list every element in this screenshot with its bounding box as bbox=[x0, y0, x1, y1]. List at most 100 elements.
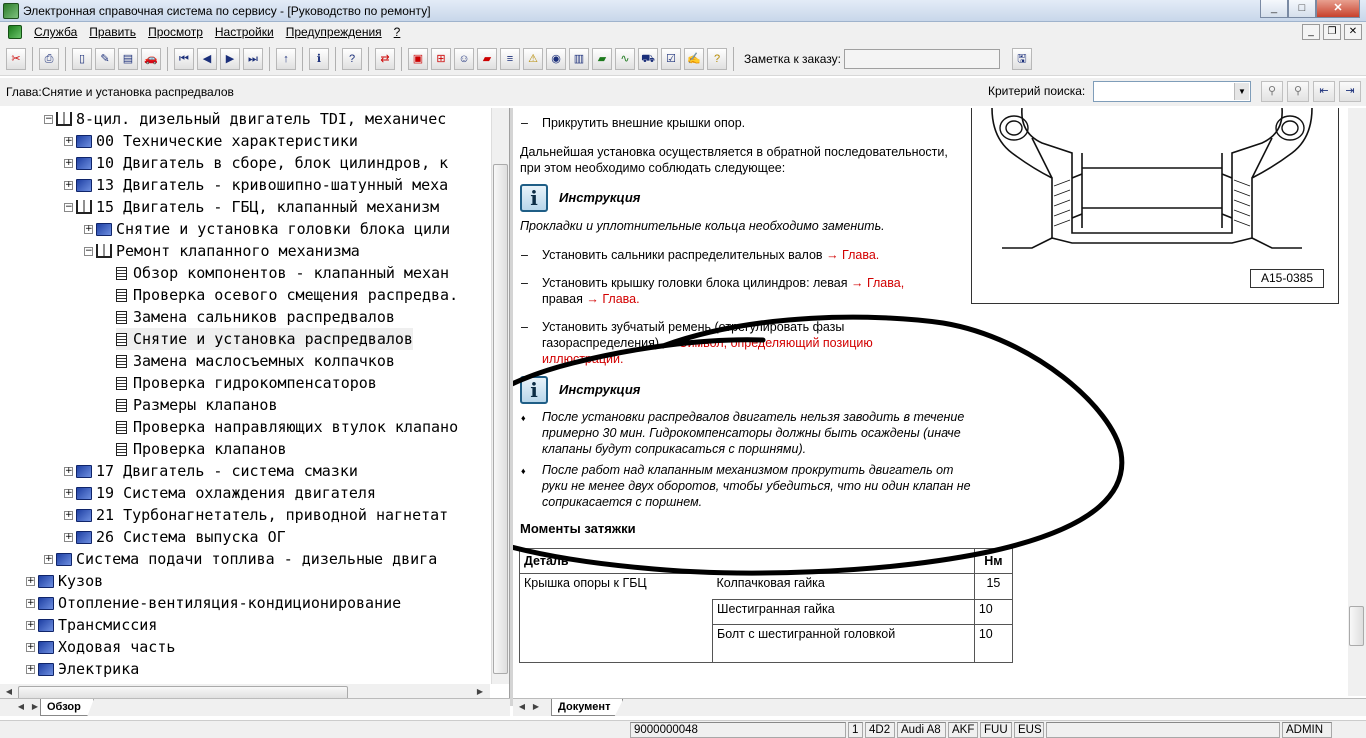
tree-item[interactable]: − Ремонт клапанного механизма bbox=[84, 240, 360, 262]
tree-item[interactable]: +17 Двигатель - система смазки bbox=[64, 460, 358, 482]
expand-icon[interactable]: + bbox=[26, 664, 35, 674]
first-page-icon[interactable]: ⏮ bbox=[174, 47, 194, 70]
book-icon[interactable]: ▰ bbox=[477, 47, 497, 70]
globe-icon[interactable]: ◉ bbox=[546, 47, 566, 70]
tree-item[interactable]: − 15 Двигатель - ГБЦ, клапанный механизм bbox=[64, 196, 439, 218]
tree-item[interactable]: + Трансмиссия bbox=[26, 614, 157, 636]
expand-icon[interactable]: + bbox=[64, 466, 73, 476]
tree-item[interactable]: Проверка гидрокомпенсаторов bbox=[116, 372, 377, 394]
minimize-button[interactable]: _ bbox=[1260, 0, 1288, 18]
collapse-icon[interactable]: − bbox=[64, 202, 73, 212]
tree-item[interactable]: +19 Система охлаждения двигателя bbox=[64, 482, 376, 504]
search-next-icon[interactable]: ⚲ bbox=[1287, 81, 1309, 102]
tree-item[interactable]: + Кузов bbox=[26, 570, 103, 592]
info-icon[interactable]: ℹ bbox=[309, 47, 329, 70]
tab-overview[interactable]: Обзор bbox=[40, 699, 94, 716]
search-criteria-combo[interactable]: ▼ bbox=[1093, 81, 1251, 102]
technical-illustration[interactable]: A15-0385 bbox=[971, 108, 1339, 304]
mdi-restore-button[interactable]: ❐ bbox=[1323, 24, 1341, 40]
menu-settings[interactable]: Настройки bbox=[209, 25, 280, 39]
tab-prev-icon[interactable]: ◀ bbox=[515, 700, 529, 714]
print-icon[interactable]: ⎙ bbox=[39, 47, 59, 70]
manual-icon[interactable]: ▰ bbox=[592, 47, 612, 70]
tree-item[interactable]: Проверка направляющих втулок клапано bbox=[116, 416, 458, 438]
chapter-link[interactable]: → Глава. bbox=[586, 292, 639, 306]
expand-icon[interactable]: + bbox=[26, 620, 35, 630]
tab-document[interactable]: Документ bbox=[551, 699, 624, 716]
expand-icon[interactable]: + bbox=[64, 510, 73, 520]
tree-item[interactable]: +26 Система выпуска ОГ bbox=[64, 526, 286, 548]
tools-icon[interactable]: ✂ bbox=[6, 47, 26, 70]
search-icon[interactable]: ⚲ bbox=[1261, 81, 1283, 102]
up-level-icon[interactable]: ↑ bbox=[276, 47, 296, 70]
tree-item[interactable]: + Отопление-вентиляция-кондиционирование bbox=[26, 592, 401, 614]
tree-item[interactable]: Замена сальников распредвалов bbox=[116, 306, 395, 328]
expand-icon[interactable]: + bbox=[64, 180, 73, 190]
menu-view[interactable]: Просмотр bbox=[142, 25, 209, 39]
bin-icon[interactable]: ▥ bbox=[569, 47, 589, 70]
engine-icon[interactable]: ▣ bbox=[408, 47, 428, 70]
tab-prev-icon[interactable]: ◀ bbox=[14, 700, 28, 714]
last-page-icon[interactable]: ⏭ bbox=[243, 47, 263, 70]
previous-page-icon[interactable]: ◀ bbox=[197, 47, 217, 70]
scroll-thumb[interactable] bbox=[493, 164, 508, 674]
edit-note-icon[interactable]: ✍ bbox=[684, 47, 704, 70]
tree-item[interactable]: + Снятие и установка головки блока цили bbox=[84, 218, 450, 240]
mdi-close-button[interactable]: ✕ bbox=[1344, 24, 1362, 40]
warning-icon[interactable]: ⚠ bbox=[523, 47, 543, 70]
tab-next-icon[interactable]: ▶ bbox=[529, 700, 543, 714]
menu-edit[interactable]: Править bbox=[83, 25, 142, 39]
tree-item[interactable]: Замена маслосъемных колпачков bbox=[116, 350, 395, 372]
expand-icon[interactable]: + bbox=[26, 642, 35, 652]
tree-item[interactable]: +13 Двигатель - кривошипно-шатунный меха bbox=[64, 174, 448, 196]
tree-item[interactable]: Проверка клапанов bbox=[116, 438, 287, 460]
car-icon[interactable]: 🚗 bbox=[141, 47, 161, 70]
expand-icon[interactable]: + bbox=[64, 532, 73, 542]
tree-item[interactable]: +10 Двигатель в сборе, блок цилиндров, к bbox=[64, 152, 448, 174]
order-note-field[interactable] bbox=[843, 48, 1000, 69]
menu-warnings[interactable]: Предупреждения bbox=[280, 25, 388, 39]
document-vertical-scrollbar[interactable] bbox=[1348, 108, 1366, 696]
sync-icon[interactable]: ⇄ bbox=[375, 47, 395, 70]
tree-item[interactable]: Размеры клапанов bbox=[116, 394, 278, 416]
collapse-pane-icon[interactable]: ⇤ bbox=[1313, 81, 1335, 102]
mdi-minimize-button[interactable]: _ bbox=[1302, 24, 1320, 40]
expand-icon[interactable]: + bbox=[64, 136, 73, 146]
help-icon[interactable]: ? bbox=[342, 47, 362, 70]
people-icon[interactable]: ☺ bbox=[454, 47, 474, 70]
new-document-icon[interactable]: ▯ bbox=[72, 47, 92, 70]
tree-item[interactable]: +00 Технические характеристики bbox=[64, 130, 358, 152]
tree-item[interactable]: Проверка осевого смещения распредва. bbox=[116, 284, 458, 306]
vehicle-icon[interactable]: ⛟ bbox=[638, 47, 658, 70]
tree-item[interactable]: + Ходовая часть bbox=[26, 636, 175, 658]
expand-icon[interactable]: + bbox=[64, 158, 73, 168]
tree-item[interactable]: + Система подачи топлива - дизельные двиг… bbox=[44, 548, 437, 570]
expand-pane-icon[interactable]: ⇥ bbox=[1339, 81, 1361, 102]
checklist-icon[interactable]: ☑ bbox=[661, 47, 681, 70]
collapse-icon[interactable]: − bbox=[84, 246, 93, 256]
chapter-link[interactable]: → Глава, bbox=[851, 276, 904, 290]
tab-next-icon[interactable]: ▶ bbox=[28, 700, 42, 714]
chapter-link[interactable]: → Глава. bbox=[826, 248, 879, 262]
expand-icon[interactable]: + bbox=[44, 554, 53, 564]
maximize-button[interactable]: □ bbox=[1288, 0, 1316, 18]
expand-icon[interactable]: + bbox=[26, 598, 35, 608]
save-note-icon[interactable]: 🖫 bbox=[1011, 47, 1032, 70]
expand-icon[interactable]: + bbox=[64, 488, 73, 498]
edit-document-icon[interactable]: ✎ bbox=[95, 47, 115, 70]
tree-item[interactable]: Снятие и установка распредвалов bbox=[116, 328, 413, 350]
tree-vertical-scrollbar[interactable] bbox=[491, 108, 509, 684]
chevron-down-icon[interactable]: ▼ bbox=[1234, 83, 1249, 100]
question-note-icon[interactable]: ? bbox=[707, 47, 727, 70]
list-icon[interactable]: ≡ bbox=[500, 47, 520, 70]
next-page-icon[interactable]: ▶ bbox=[220, 47, 240, 70]
tree-item[interactable]: Обзор компонентов - клапанный механ bbox=[116, 262, 449, 284]
notes-icon[interactable]: ▤ bbox=[118, 47, 138, 70]
gearbox-icon[interactable]: ⊞ bbox=[431, 47, 451, 70]
scroll-thumb[interactable] bbox=[1349, 606, 1364, 646]
expand-icon[interactable]: + bbox=[26, 576, 35, 586]
tree-item[interactable]: +21 Турбонагнетатель, приводной нагнетат bbox=[64, 504, 448, 526]
menu-help[interactable]: ? bbox=[388, 25, 407, 39]
close-button[interactable]: ✕ bbox=[1316, 0, 1360, 18]
tree-item[interactable]: − 8-цил. дизельный двигатель TDI, механич… bbox=[44, 108, 446, 130]
